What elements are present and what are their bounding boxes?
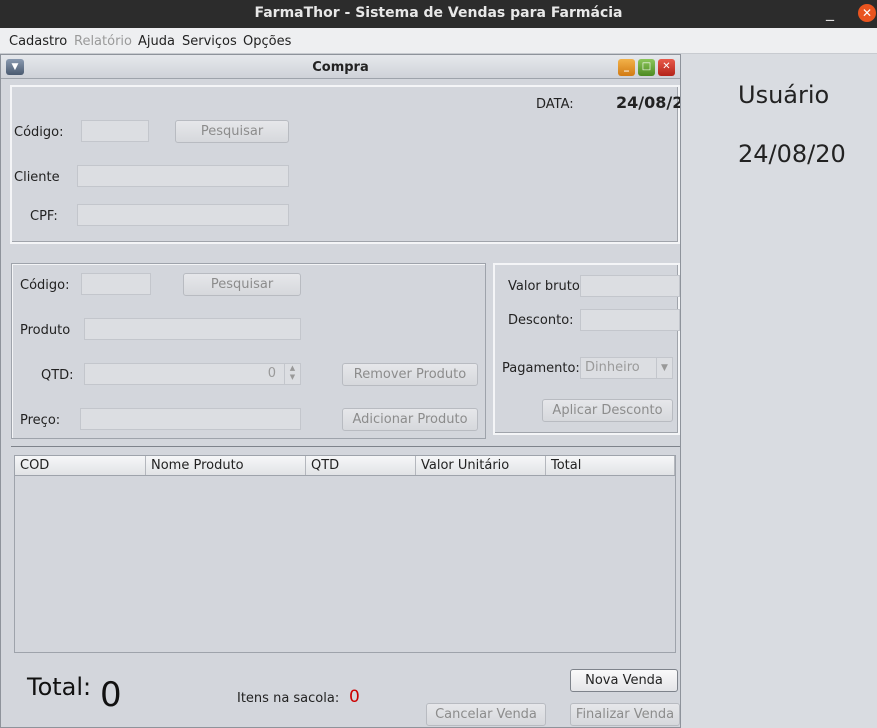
preco-field[interactable] — [80, 408, 301, 430]
table-header: COD Nome Produto QTD Valor Unitário Tota… — [15, 456, 675, 476]
cliente-label: Cliente — [14, 170, 60, 185]
column-header[interactable]: QTD — [306, 456, 416, 475]
qtd-spinner[interactable]: 0 ▲ ▼ — [84, 363, 301, 385]
desconto-label: Desconto: — [508, 313, 574, 328]
values-panel: Valor bruto Desconto: Pagamento: Dinheir… — [493, 263, 680, 435]
itens-label: Itens na sacola: — [237, 691, 340, 706]
app-titlebar: FarmaThor - Sistema de Vendas para Farmá… — [0, 0, 877, 28]
total-label: Total: — [27, 673, 92, 701]
date-label: 24/08/20 — [738, 140, 846, 168]
menu-ajuda[interactable]: Ajuda — [138, 34, 175, 49]
product-codigo-label: Código: — [20, 278, 70, 293]
menu-opcoes[interactable]: Opções — [243, 34, 291, 49]
produto-label: Produto — [20, 323, 71, 338]
apply-discount-button[interactable]: Aplicar Desconto — [542, 399, 673, 422]
client-codigo-label: Código: — [14, 125, 64, 140]
data-value: 24/08/2 — [616, 93, 681, 112]
compra-frame: ▼ Compra _ □ ✕ DATA: 24/08/2 Código: Pes… — [0, 54, 681, 728]
column-header[interactable]: Nome Produto — [146, 456, 306, 475]
side-panel: Usuário 24/08/20 — [681, 54, 877, 728]
product-search-button[interactable]: Pesquisar — [183, 273, 301, 296]
app-title: FarmaThor - Sistema de Vendas para Farmá… — [254, 5, 623, 21]
product-codigo-field[interactable] — [81, 273, 151, 295]
items-table[interactable]: COD Nome Produto QTD Valor Unitário Tota… — [14, 455, 676, 653]
frame-close-icon[interactable]: ✕ — [658, 59, 675, 76]
pagamento-value: Dinheiro — [585, 360, 640, 375]
desconto-field[interactable] — [580, 309, 680, 331]
valor-bruto-field[interactable] — [580, 275, 680, 297]
minimize-icon[interactable]: _ — [826, 2, 834, 21]
client-panel: DATA: 24/08/2 Código: Pesquisar Cliente … — [10, 85, 680, 244]
cliente-field[interactable] — [77, 165, 289, 187]
qtd-value: 0 — [267, 366, 276, 381]
pagamento-select[interactable]: Dinheiro ▼ — [580, 357, 673, 379]
column-header[interactable]: COD — [15, 456, 146, 475]
cpf-label: CPF: — [30, 209, 58, 224]
nova-venda-button[interactable]: Nova Venda — [570, 669, 678, 692]
spinner-arrows-icon[interactable]: ▲ ▼ — [284, 364, 300, 384]
remove-product-button[interactable]: Remover Produto — [342, 363, 478, 386]
divider — [11, 446, 680, 447]
pagamento-label: Pagamento: — [502, 361, 580, 376]
menu-servicos[interactable]: Serviços — [182, 34, 237, 49]
compra-frame-titlebar: ▼ Compra _ □ ✕ — [1, 55, 680, 79]
menu-cadastro[interactable]: Cadastro — [9, 34, 67, 49]
frame-iconify-icon[interactable]: _ — [618, 59, 635, 76]
close-icon[interactable]: ✕ — [858, 4, 876, 22]
data-label: DATA: — [536, 97, 574, 112]
finalizar-venda-button[interactable]: Finalizar Venda — [570, 703, 680, 726]
client-search-button[interactable]: Pesquisar — [175, 120, 289, 143]
valor-bruto-label: Valor bruto — [508, 279, 580, 294]
frame-title: Compra — [312, 60, 369, 75]
product-panel: Código: Pesquisar Produto QTD: 0 ▲ ▼ Remo… — [11, 263, 486, 439]
total-value: 0 — [100, 675, 122, 715]
itens-value: 0 — [349, 687, 360, 707]
menu-relatorio[interactable]: Relatório — [74, 34, 132, 49]
produto-field[interactable] — [84, 318, 301, 340]
add-product-button[interactable]: Adicionar Produto — [342, 408, 478, 431]
chevron-down-icon: ▼ — [656, 358, 672, 378]
menubar: Cadastro Relatório Ajuda Serviços Opções — [0, 28, 877, 54]
cancelar-venda-button[interactable]: Cancelar Venda — [426, 703, 546, 726]
client-codigo-field[interactable] — [81, 120, 149, 142]
column-header[interactable]: Valor Unitário — [416, 456, 546, 475]
preco-label: Preço: — [20, 413, 61, 428]
column-header[interactable]: Total — [546, 456, 675, 475]
qtd-label: QTD: — [41, 368, 74, 383]
user-label: Usuário — [738, 81, 830, 109]
frame-maximize-icon[interactable]: □ — [638, 59, 655, 76]
cpf-field[interactable] — [77, 204, 289, 226]
